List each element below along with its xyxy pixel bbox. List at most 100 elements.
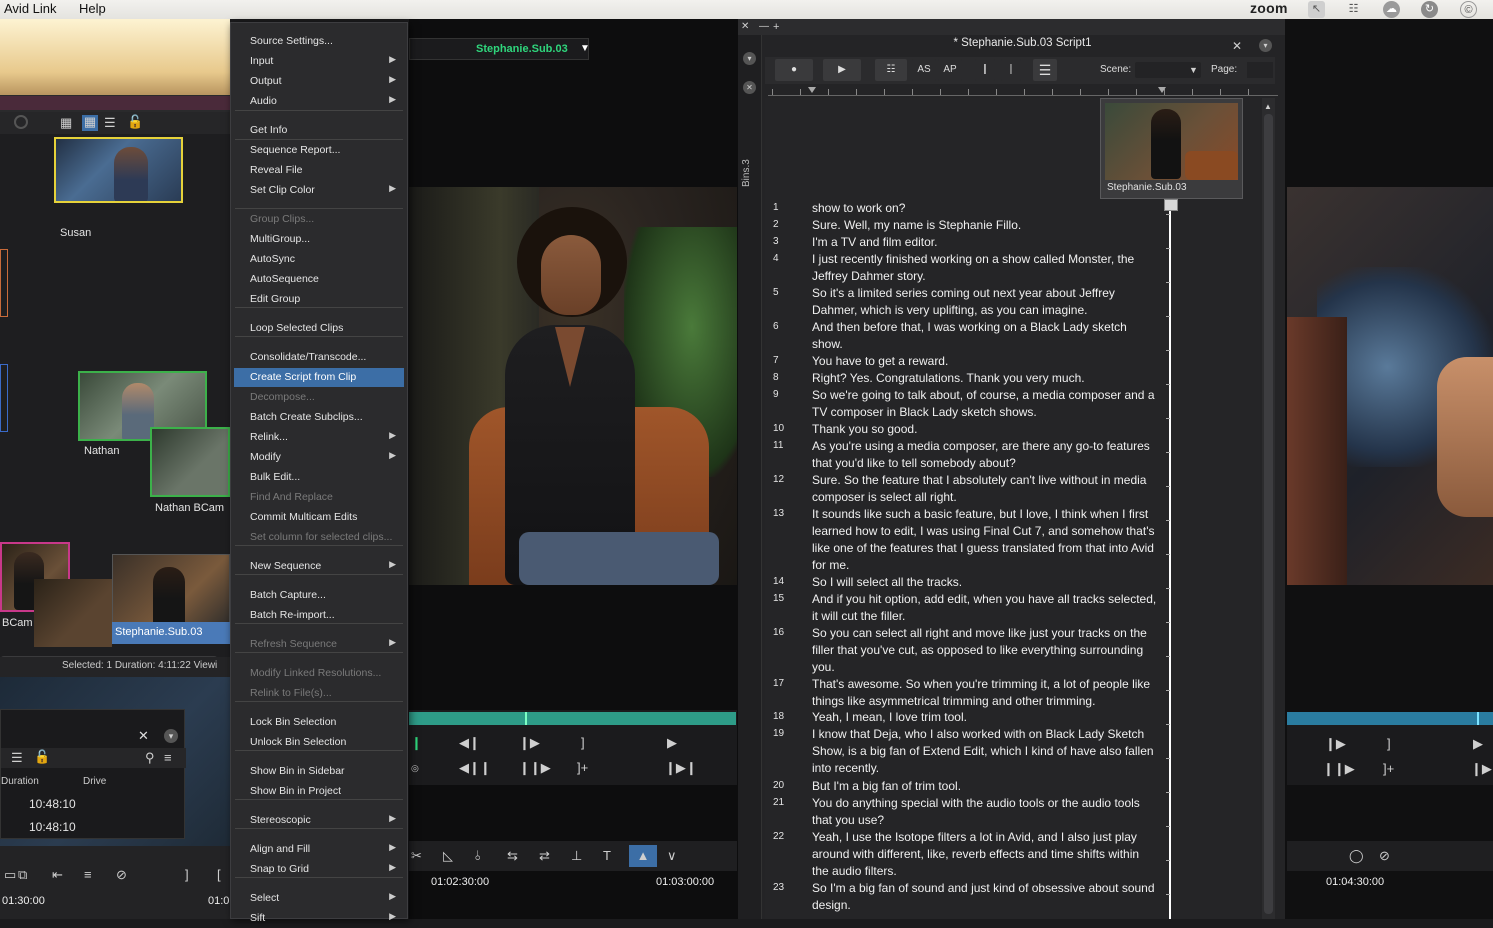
- add-icon[interactable]: +: [773, 20, 779, 34]
- page-view-button[interactable]: ☰: [1033, 59, 1057, 81]
- take-line[interactable]: [1168, 204, 1174, 919]
- menu-item-autosync[interactable]: AutoSync: [234, 250, 404, 269]
- tool-icon[interactable]: ◺: [443, 849, 453, 863]
- menu-item-source-settings[interactable]: Source Settings...: [234, 32, 404, 51]
- go-to-end-icon[interactable]: ❙▶❙: [665, 761, 697, 775]
- tool-icon[interactable]: ∨: [667, 849, 677, 863]
- script-line-text[interactable]: I just recently finished working on a sh…: [812, 251, 1157, 285]
- close-icon[interactable]: ✕: [138, 729, 149, 743]
- close-icon[interactable]: ✕: [1232, 39, 1242, 53]
- record-icon[interactable]: ◯: [1349, 849, 1364, 863]
- page-input[interactable]: [1247, 62, 1273, 78]
- lock-icon[interactable]: 🔓: [127, 115, 143, 129]
- slate-button[interactable]: ☷: [875, 59, 907, 81]
- text-tool-icon[interactable]: T: [603, 849, 611, 863]
- go-to-end-icon[interactable]: ❙▶❙: [1471, 762, 1493, 776]
- record-button[interactable]: ●: [775, 59, 813, 81]
- menu-item-align-and-fill[interactable]: Align and Fill ▶: [234, 840, 404, 859]
- menu-item-batch-capture[interactable]: Batch Capture...: [234, 586, 404, 605]
- step-forward-icon[interactable]: ❙▶: [1325, 737, 1346, 751]
- rewind-icon[interactable]: ◀❙❙: [459, 761, 491, 775]
- menu-item-consolidate-transcode[interactable]: Consolidate/Transcode...: [234, 348, 404, 367]
- tool-icon[interactable]: ⇤: [52, 868, 63, 882]
- script-line-text[interactable]: Sure. So the feature that I absolutely c…: [812, 472, 1157, 506]
- menu-item-audio[interactable]: Audio ▶: [234, 92, 404, 111]
- zoom-status[interactable]: zoom: [1250, 0, 1288, 16]
- menu-item-unlock-bin-selection[interactable]: Unlock Bin Selection: [234, 733, 404, 752]
- slider-knob-icon[interactable]: [14, 115, 28, 129]
- status-icon[interactable]: ©: [1460, 1, 1477, 18]
- script-scrollbar[interactable]: ▲: [1262, 98, 1275, 919]
- script-line-text[interactable]: That's awesome. So when you're trimming …: [812, 676, 1157, 710]
- script-line-text[interactable]: So you can select all right and move lik…: [812, 625, 1157, 676]
- menu-item-multigroup[interactable]: MultiGroup...: [234, 230, 404, 249]
- menu-item-bulk-edit[interactable]: Bulk Edit...: [234, 468, 404, 487]
- script-line-text[interactable]: I'm a TV and film editor.: [812, 234, 1157, 251]
- column-duration[interactable]: Duration: [1, 776, 39, 787]
- menu-item-select[interactable]: Select ▶: [234, 889, 404, 908]
- frame-view-icon[interactable]: ▦: [82, 115, 98, 131]
- chevron-down-icon[interactable]: ▾: [164, 729, 178, 743]
- menu-item-relink[interactable]: Relink... ▶: [234, 428, 404, 447]
- clip-thumbnail-partial[interactable]: [0, 364, 8, 432]
- control-strip-icon[interactable]: ☷: [1345, 1, 1362, 18]
- menu-item-set-clip-color[interactable]: Set Clip Color ▶: [234, 181, 404, 200]
- menu-item-batch-re-import[interactable]: Batch Re-import...: [234, 606, 404, 625]
- tool-icon[interactable]: [: [217, 868, 221, 882]
- menu-item-input[interactable]: Input ▶: [234, 52, 404, 71]
- script-line-text[interactable]: show to work on?: [812, 200, 1157, 217]
- tool-icon[interactable]: ⊘: [116, 868, 127, 882]
- script-line-text[interactable]: Yeah, I mean, I love trim tool.: [812, 709, 1157, 726]
- script-line-text[interactable]: So we're going to talk about, of course,…: [812, 387, 1157, 421]
- mark-clip-icon[interactable]: ]+: [1383, 762, 1394, 776]
- script-line-text[interactable]: You do anything special with the audio t…: [812, 795, 1157, 829]
- script-line-text[interactable]: So I will select all the tracks.: [812, 574, 1157, 591]
- mark-icon[interactable]: ❙: [411, 736, 422, 750]
- script-line-text[interactable]: So it's a limited series coming out next…: [812, 285, 1157, 319]
- minimize-icon[interactable]: —: [759, 20, 769, 34]
- menu-item-autosequence[interactable]: AutoSequence: [234, 270, 404, 289]
- creative-cloud-icon[interactable]: ☁: [1383, 1, 1400, 18]
- clear-icon[interactable]: ◎: [411, 761, 419, 775]
- menu-item-snap-to-grid[interactable]: Snap to Grid ▶: [234, 860, 404, 879]
- mark-clip-icon[interactable]: ]+: [577, 761, 588, 775]
- sync-icon[interactable]: ↻: [1421, 1, 1438, 18]
- no-video-icon[interactable]: ⊘: [1379, 849, 1390, 863]
- mark-out-icon[interactable]: ]: [1387, 737, 1391, 751]
- menu-item-loop-selected-clips[interactable]: Loop Selected Clips: [234, 319, 404, 338]
- row-duration[interactable]: 10:48:10: [29, 820, 76, 834]
- clip-thumbnail-susan[interactable]: [54, 137, 183, 203]
- monitor-clip-name[interactable]: Stephanie.Sub.03: [476, 43, 568, 55]
- menu-item-get-info[interactable]: Get Info: [234, 121, 404, 140]
- chevron-down-icon[interactable]: ▾: [1259, 39, 1272, 52]
- row-duration[interactable]: 10:48:10: [29, 797, 76, 811]
- align-position-button[interactable]: AP: [938, 59, 962, 81]
- tool-icon[interactable]: ⫰: [475, 849, 481, 863]
- take-line-button[interactable]: I: [1001, 59, 1021, 81]
- menu-item-sequence-report[interactable]: Sequence Report...: [234, 141, 404, 160]
- tool-icon[interactable]: ⇆: [507, 849, 518, 863]
- scene-dropdown[interactable]: ▼: [1135, 62, 1201, 78]
- play-button[interactable]: ▶: [823, 59, 861, 81]
- take-head-icon[interactable]: [1164, 199, 1178, 211]
- script-take-thumbnail[interactable]: Stephanie.Sub.03: [1100, 98, 1243, 199]
- tool-icon[interactable]: ▭: [4, 868, 16, 882]
- clip-thumbnail-nathan-bcam[interactable]: [150, 427, 230, 497]
- script-line-text[interactable]: But I'm a big fan of trim tool.: [812, 778, 1157, 795]
- search-icon[interactable]: ⚲: [145, 751, 155, 765]
- menu-item-new-sequence[interactable]: New Sequence ▶: [234, 557, 404, 576]
- script-view-icon[interactable]: ☰: [104, 116, 116, 130]
- ruler-marker-icon[interactable]: [1158, 87, 1166, 93]
- script-line-text[interactable]: Sure. Well, my name is Stephanie Fillo.: [812, 217, 1157, 234]
- menu-icon[interactable]: ≡: [164, 751, 172, 765]
- script-line-text[interactable]: Thank you so good.: [812, 421, 1157, 438]
- clip-selection-label[interactable]: Stephanie.Sub.03: [112, 622, 230, 644]
- script-line-text[interactable]: It sounds like such a basic feature, but…: [812, 506, 1157, 574]
- clip-thumbnail-stephanie[interactable]: [112, 554, 230, 632]
- tool-icon[interactable]: ⇄: [539, 849, 550, 863]
- record-position-bar[interactable]: [1287, 712, 1493, 725]
- insert-take-button[interactable]: I: [975, 59, 995, 81]
- source-position-bar[interactable]: [409, 712, 736, 725]
- menu-item-commit-multicam-edits[interactable]: Commit Multicam Edits: [234, 508, 404, 527]
- clip-thumbnail-partial[interactable]: [0, 249, 8, 317]
